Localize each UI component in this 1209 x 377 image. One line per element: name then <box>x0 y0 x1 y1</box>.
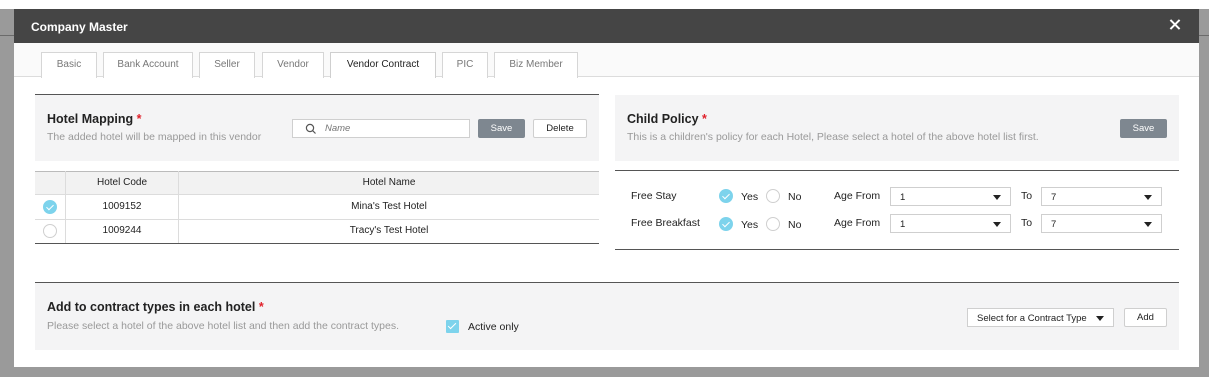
free-stay-to-select[interactable]: 7 <box>1041 187 1162 206</box>
select-value: Select for a Contract Type <box>977 313 1087 324</box>
dropdown-arrow-icon <box>1144 222 1152 227</box>
child-policy-bottom-line <box>615 249 1179 250</box>
free-stay-yes-radio[interactable] <box>719 189 733 203</box>
active-only-label: Active only <box>468 321 519 333</box>
child-policy-panel <box>615 95 1179 161</box>
hotel-search-field[interactable] <box>292 119 470 138</box>
child-policy-top-line <box>615 170 1179 171</box>
hotel-mapping-description: The added hotel will be mapped in this v… <box>47 131 262 143</box>
free-breakfast-age-from-select[interactable]: 1 <box>890 214 1011 233</box>
modal-header: Company Master <box>14 9 1199 43</box>
free-breakfast-to-select[interactable]: 7 <box>1041 214 1162 233</box>
dropdown-arrow-icon <box>993 222 1001 227</box>
active-only-checkbox[interactable] <box>446 320 459 333</box>
tab-bank-account[interactable]: Bank Account <box>103 52 193 78</box>
hotel-name-cell: Mina's Test Hotel <box>351 201 427 212</box>
tab-pic[interactable]: PIC <box>442 52 488 78</box>
table-top-line <box>35 171 599 172</box>
free-breakfast-age-from-label: Age From <box>834 217 881 229</box>
free-stay-label: Free Stay <box>631 190 677 202</box>
table-line <box>35 194 599 195</box>
search-icon <box>305 123 316 134</box>
select-value: 1 <box>900 192 906 203</box>
free-breakfast-no-radio[interactable] <box>766 217 780 231</box>
tab-vendor[interactable]: Vendor <box>262 52 324 78</box>
free-stay-age-from-select[interactable]: 1 <box>890 187 1011 206</box>
backdrop-line-right <box>1199 35 1209 36</box>
contract-type-select[interactable]: Select for a Contract Type <box>967 308 1114 327</box>
backdrop-line-left <box>0 35 14 36</box>
contract-types-title: Add to contract types in each hotel * <box>47 300 264 314</box>
hotel-mapping-save-button[interactable]: Save <box>478 119 525 138</box>
free-stay-to-label: To <box>1021 190 1033 202</box>
free-stay-yes-label: Yes <box>741 191 759 203</box>
dropdown-arrow-icon <box>1144 195 1152 200</box>
hotel-mapping-title: Hotel Mapping * <box>47 112 142 126</box>
row-select-radio[interactable] <box>43 224 57 238</box>
column-header-hotel-code: Hotel Code <box>96 177 148 188</box>
child-policy-save-button[interactable]: Save <box>1120 119 1167 138</box>
table-line <box>35 219 599 220</box>
hotel-mapping-delete-button[interactable]: Delete <box>533 119 587 138</box>
tab-vendor-contract[interactable]: Vendor Contract <box>330 52 436 78</box>
dropdown-arrow-icon <box>1096 316 1104 321</box>
table-bottom-line <box>35 243 599 244</box>
contract-types-description: Please select a hotel of the above hotel… <box>47 320 399 332</box>
select-value: 7 <box>1051 219 1057 230</box>
hotel-code-cell: 1009152 <box>102 201 142 212</box>
free-breakfast-yes-label: Yes <box>741 219 759 231</box>
free-stay-no-label: No <box>788 191 802 203</box>
backdrop-top <box>0 0 1209 9</box>
tab-biz-member[interactable]: Biz Member <box>494 52 578 78</box>
hotel-search-input[interactable] <box>325 122 465 135</box>
free-stay-no-radio[interactable] <box>766 189 780 203</box>
add-contract-type-button[interactable]: Add <box>1124 308 1167 327</box>
free-breakfast-label: Free Breakfast <box>631 217 700 229</box>
free-breakfast-to-label: To <box>1021 217 1033 229</box>
select-value: 7 <box>1051 192 1057 203</box>
tab-bar: Basic Bank Account Seller Vendor Vendor … <box>14 43 1199 78</box>
select-value: 1 <box>900 219 906 230</box>
hotel-name-cell: Tracy's Test Hotel <box>349 225 429 236</box>
dropdown-arrow-icon <box>993 195 1001 200</box>
tab-seller[interactable]: Seller <box>199 52 255 78</box>
tab-basic[interactable]: Basic <box>41 52 97 78</box>
child-policy-title: Child Policy * <box>627 112 707 126</box>
close-icon[interactable] <box>1167 17 1183 33</box>
row-select-radio[interactable] <box>43 200 57 214</box>
column-header-hotel-name: Hotel Name <box>362 177 416 188</box>
free-breakfast-yes-radio[interactable] <box>719 217 733 231</box>
hotel-code-cell: 1009244 <box>102 225 142 236</box>
free-breakfast-no-label: No <box>788 219 802 231</box>
child-policy-description: This is a children's policy for each Hot… <box>627 131 1039 143</box>
free-stay-age-from-label: Age From <box>834 190 881 202</box>
modal-title: Company Master <box>31 20 128 34</box>
